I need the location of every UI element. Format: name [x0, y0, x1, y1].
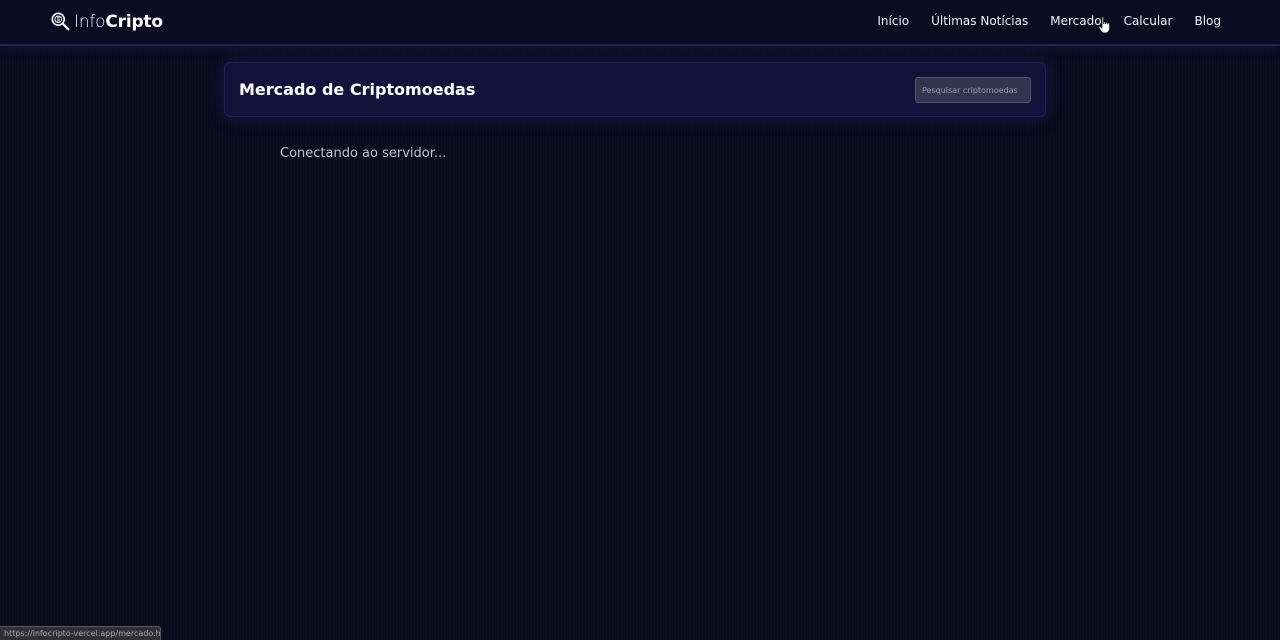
page-title: Mercado de Criptomoedas: [239, 80, 476, 99]
brand-name-light: Info: [74, 12, 106, 32]
nav-item-ultimas-noticias[interactable]: Últimas Notícias: [931, 14, 1028, 28]
nav-item-blog[interactable]: Blog: [1194, 14, 1221, 28]
market-header-card: Mercado de Criptomoedas: [224, 62, 1046, 117]
search-input[interactable]: [915, 77, 1031, 103]
main-nav: Início Últimas Notícias Mercado Calcular…: [877, 14, 1221, 28]
navbar: InfoCripto Início Últimas Notícias Merca…: [0, 0, 1280, 46]
nav-item-mercado[interactable]: Mercado: [1050, 14, 1101, 28]
brand-name-bold: Cripto: [105, 12, 163, 32]
hand-pointer-icon: [1098, 16, 1110, 34]
browser-status-url: https://infocripto-vercel.app/mercado.ht…: [0, 626, 161, 640]
connection-status: Conectando ao servidor...: [280, 146, 447, 161]
magnifier-icon: [51, 12, 70, 31]
nav-item-calcular[interactable]: Calcular: [1124, 14, 1173, 28]
nav-item-inicio[interactable]: Início: [877, 14, 909, 28]
brand-name: InfoCripto: [74, 12, 163, 32]
brand-logo[interactable]: InfoCripto: [50, 9, 163, 35]
